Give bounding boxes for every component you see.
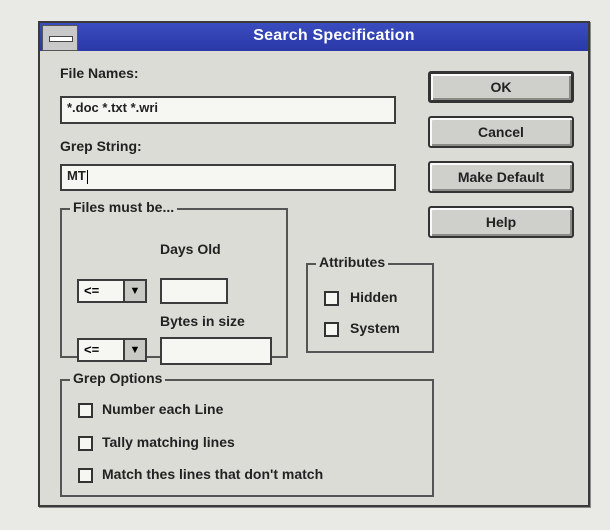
grep-string-label: Grep String:: [60, 138, 142, 154]
days-old-input[interactable]: [160, 278, 228, 304]
grep-options-label: Grep Options: [70, 370, 166, 386]
dialog-title: Search Specification: [253, 27, 415, 44]
file-names-label: File Names:: [60, 65, 139, 81]
bytes-in-size-label: Bytes in size: [160, 313, 245, 329]
attributes-label: Attributes: [316, 254, 389, 270]
search-specification-dialog: Search Specification File Names: *.doc *…: [38, 21, 590, 507]
tally-matching-lines-checkbox[interactable]: [78, 436, 93, 451]
days-operator-select[interactable]: <= ▼: [77, 279, 147, 303]
file-names-input[interactable]: *.doc *.txt *.wri: [60, 96, 396, 124]
days-old-label: Days Old: [160, 241, 221, 257]
hidden-checkbox[interactable]: [324, 291, 339, 306]
cancel-button[interactable]: Cancel: [428, 116, 574, 148]
system-label: System: [350, 320, 400, 336]
dropdown-arrow-icon[interactable]: ▼: [123, 281, 145, 301]
files-must-be-group: Files must be... Days Old <= ▼ Bytes in …: [60, 199, 288, 365]
text-cursor: [86, 169, 88, 184]
attributes-group: Attributes Hidden System: [306, 254, 434, 353]
number-each-line-label: Number each Line: [102, 401, 224, 417]
match-non-matching-checkbox[interactable]: [78, 468, 93, 483]
files-must-be-label: Files must be...: [70, 199, 178, 215]
days-operator-value: <=: [84, 283, 100, 298]
title-bar[interactable]: Search Specification: [40, 23, 588, 51]
hidden-label: Hidden: [350, 289, 398, 305]
grep-string-value: MT: [67, 168, 86, 183]
bytes-operator-select[interactable]: <= ▼: [77, 338, 147, 362]
system-menu-icon[interactable]: [42, 25, 78, 51]
ok-button[interactable]: OK: [428, 71, 574, 103]
bytes-operator-value: <=: [84, 342, 100, 357]
system-checkbox[interactable]: [324, 322, 339, 337]
help-button[interactable]: Help: [428, 206, 574, 238]
number-each-line-checkbox[interactable]: [78, 403, 93, 418]
make-default-button[interactable]: Make Default: [428, 161, 574, 193]
grep-options-group: Grep Options Number each Line Tally matc…: [60, 370, 434, 497]
tally-matching-lines-label: Tally matching lines: [102, 434, 235, 450]
grep-string-input[interactable]: MT: [60, 164, 396, 191]
dropdown-arrow-icon[interactable]: ▼: [123, 340, 145, 360]
bytes-in-size-input[interactable]: [160, 337, 272, 365]
match-non-matching-label: Match thes lines that don't match: [102, 466, 324, 482]
